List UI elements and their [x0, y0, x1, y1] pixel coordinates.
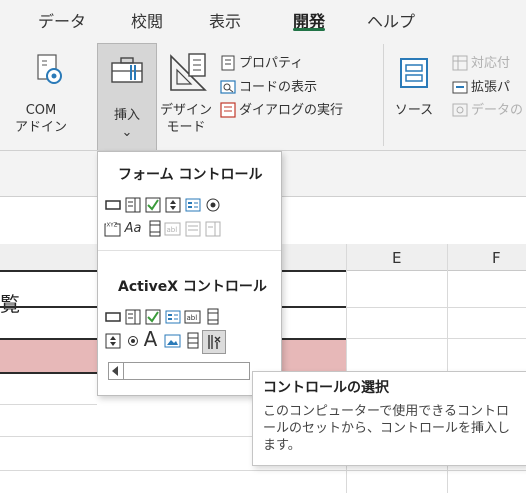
design-mode-icon — [170, 53, 207, 91]
form-spin-button-icon[interactable] — [164, 196, 181, 213]
view-code-icon — [220, 80, 236, 94]
map-properties-label: 対応付 — [471, 56, 511, 71]
form-combo-list-edit-icon[interactable] — [184, 220, 201, 237]
map-properties-icon — [452, 55, 468, 71]
run-dialog-label: ダイアログの実行 — [239, 103, 344, 118]
com-addins-icon — [37, 54, 62, 84]
form-text-xyz: XYZ — [107, 223, 118, 229]
activex-combo-box-icon[interactable] — [124, 308, 141, 325]
tooltip-title: コントロールの選択 — [263, 380, 389, 396]
com-addins-button[interactable]: COM アドイン — [15, 50, 82, 146]
design-mode-label-2: モード — [166, 120, 206, 135]
com-addins-label-2: アドイン — [14, 120, 67, 135]
run-dialog-button[interactable]: ダイアログの実行 — [220, 101, 380, 121]
form-text-field-icon[interactable]: abl — [164, 220, 181, 237]
active-tab-indicator — [293, 28, 325, 31]
column-header-e[interactable]: E — [392, 249, 401, 267]
insert-chevron-down-icon: ⌄ — [121, 125, 133, 140]
form-text-abl: abl — [167, 226, 178, 234]
properties-button[interactable]: プロパティ — [220, 54, 380, 74]
gridline-row — [0, 436, 252, 437]
run-dialog-icon — [220, 102, 236, 118]
activex-image-icon[interactable] — [164, 332, 181, 349]
map-properties-button[interactable]: 対応付 — [452, 54, 526, 74]
gridline-row — [0, 470, 526, 471]
activex-option-button-icon[interactable] — [124, 332, 141, 349]
activex-toggle-button-icon[interactable] — [184, 332, 201, 349]
design-mode-label-1: デザイン — [159, 103, 212, 118]
expansion-packs-label: 拡張パ — [471, 80, 511, 95]
tab-help[interactable]: ヘルプ — [367, 8, 415, 32]
activex-check-box-icon[interactable] — [144, 308, 161, 325]
activex-label-icon[interactable]: A — [142, 327, 159, 351]
scroll-left-arrow-icon[interactable] — [112, 366, 118, 376]
insert-controls-dropdown: フォーム コントロール XYZ Aa abl ActiveX コントロール ab… — [97, 151, 282, 396]
insert-label: 挿入 — [113, 108, 140, 123]
tooltip-body: このコンピューターで使用できるコントロールのセットから、コントロールを挿入します… — [263, 404, 511, 453]
activex-command-button-icon[interactable] — [104, 308, 121, 325]
form-controls-title: フォーム コントロール — [118, 167, 263, 183]
form-combo-dropdown-edit-icon[interactable] — [204, 220, 221, 237]
expansion-packs-icon — [452, 81, 468, 94]
form-combo-box-icon[interactable] — [124, 196, 141, 213]
source-label: ソース — [394, 103, 434, 118]
gridline-row — [346, 307, 526, 308]
gridline-row — [346, 338, 526, 339]
com-addins-label-1: COM — [25, 103, 57, 118]
form-scroll-bar-icon[interactable] — [146, 220, 163, 237]
design-mode-button[interactable]: デザイン モード — [157, 50, 217, 146]
group-separator — [383, 44, 384, 146]
scroll-divider — [123, 363, 124, 379]
tab-view[interactable]: 表示 — [209, 8, 241, 32]
refresh-data-label: データの — [471, 103, 524, 118]
activex-controls-title: ActiveX コントロール — [118, 279, 267, 295]
more-controls-icon[interactable] — [202, 330, 226, 354]
source-button[interactable]: ソース — [388, 50, 440, 146]
tab-data[interactable]: データ — [38, 8, 86, 32]
activex-text-box-icon[interactable]: abl — [184, 308, 201, 325]
form-label-icon[interactable]: Aa — [122, 220, 144, 237]
insert-controls-button[interactable]: 挿入 ⌄ — [97, 43, 157, 153]
dropdown-divider — [98, 250, 281, 251]
view-code-label: コードの表示 — [239, 80, 318, 95]
xml-source-icon — [400, 58, 428, 88]
activex-spin-button-icon[interactable] — [104, 332, 121, 349]
form-check-box-icon[interactable] — [144, 196, 161, 213]
activex-text-abl: abl — [187, 314, 198, 322]
view-code-button[interactable]: コードの表示 — [220, 78, 380, 98]
properties-icon — [221, 55, 235, 71]
form-group-box-icon[interactable]: XYZ — [104, 220, 121, 237]
expansion-packs-button[interactable]: 拡張パ — [452, 78, 526, 98]
toolbox-icon — [111, 57, 143, 83]
cell-text: 覧 — [0, 292, 20, 316]
gridline-row — [0, 404, 97, 405]
properties-label: プロパティ — [239, 56, 304, 71]
refresh-data-button[interactable]: データの — [452, 101, 526, 121]
more-controls-tooltip: コントロールの選択 このコンピューターで使用できるコントロールのセットから、コン… — [252, 371, 526, 466]
refresh-data-icon — [452, 103, 468, 117]
column-header-f[interactable]: F — [492, 249, 501, 267]
dropdown-horizontal-scrollbar[interactable] — [108, 362, 250, 380]
form-button-control-icon[interactable] — [104, 196, 121, 213]
form-option-button-icon[interactable] — [204, 196, 221, 213]
form-list-box-icon[interactable] — [184, 196, 201, 213]
activex-list-box-icon[interactable] — [164, 308, 181, 325]
activex-scroll-bar-icon[interactable] — [204, 308, 221, 325]
tab-review[interactable]: 校閲 — [131, 8, 163, 32]
